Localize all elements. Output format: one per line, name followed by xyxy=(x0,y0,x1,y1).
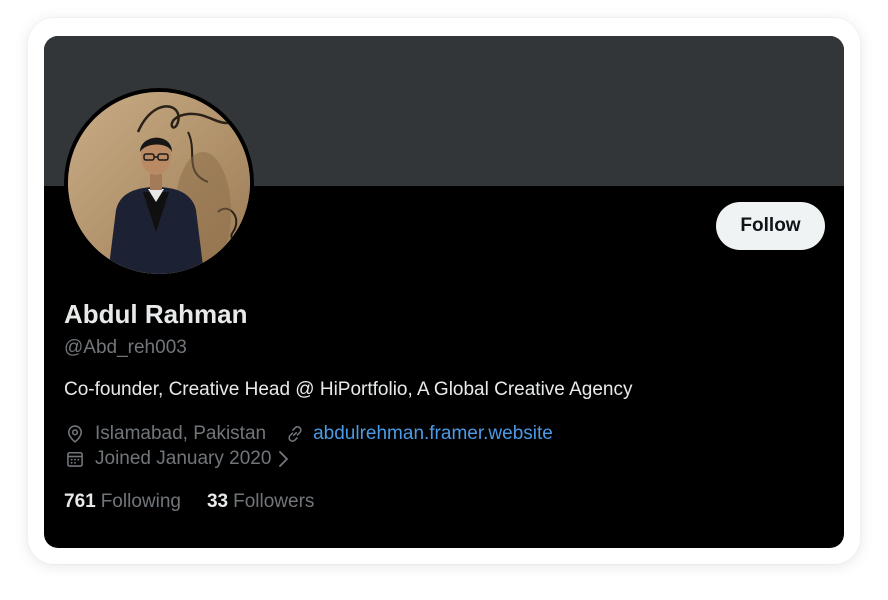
avatar[interactable] xyxy=(64,88,254,278)
calendar-icon xyxy=(64,448,86,470)
following-link[interactable]: 761 Following xyxy=(64,490,181,514)
joined-text: Joined January 2020 xyxy=(95,448,272,469)
following-count: 761 xyxy=(64,491,96,512)
followers-link[interactable]: 33 Followers xyxy=(207,490,314,514)
follow-stats: 761 Following 33 Followers xyxy=(64,490,314,514)
joined-row[interactable]: Joined January 2020 xyxy=(64,447,291,471)
chevron-right-icon[interactable] xyxy=(277,448,291,470)
following-label: Following xyxy=(100,491,181,512)
followers-label: Followers xyxy=(233,491,315,512)
profile-card: Follow Abdul Rahman @Abd_reh003 Co-found… xyxy=(44,36,844,548)
website-link[interactable]: abdulrehman.framer.website xyxy=(313,422,553,446)
followers-count: 33 xyxy=(206,491,229,512)
follow-button[interactable]: Follow xyxy=(716,202,825,250)
display-name: Abdul Rahman xyxy=(64,299,248,329)
user-handle: @Abd_reh003 xyxy=(64,337,187,358)
location-text: Islamabad, Pakistan xyxy=(95,423,267,444)
profile-bio: Co-founder, Creative Head @ HiPortfolio,… xyxy=(64,379,633,400)
profile-meta-row: Islamabad, Pakistan abdulrehman.framer.w… xyxy=(64,422,553,446)
map-pin-icon xyxy=(64,423,86,445)
link-icon xyxy=(284,423,306,445)
avatar-photo xyxy=(68,92,250,274)
